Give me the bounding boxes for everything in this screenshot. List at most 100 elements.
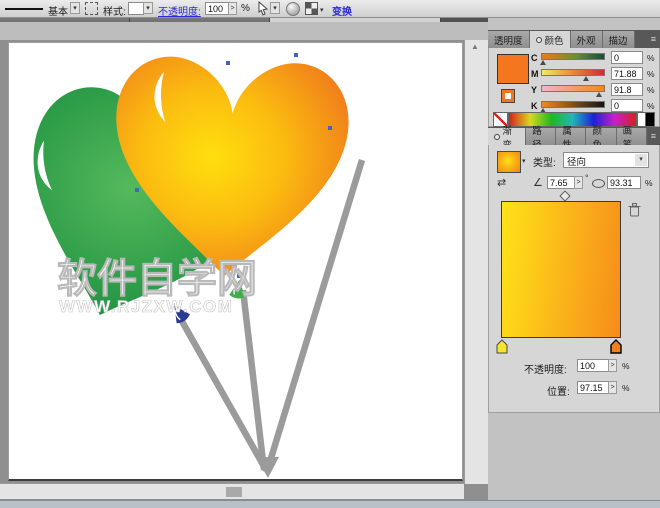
scroll-up-icon[interactable]: ▲ <box>471 42 479 51</box>
percent-label: % <box>647 101 655 111</box>
aspect-ratio-input[interactable] <box>607 176 641 189</box>
stop-position-input[interactable] <box>577 381 609 394</box>
cyan-slider[interactable] <box>541 53 605 60</box>
tab-path[interactable]: 路径 <box>526 128 556 145</box>
opacity-spinner-icon[interactable]: > <box>228 2 237 15</box>
slider-row-yellow: Y % <box>489 83 660 98</box>
slider-row-magenta: M % <box>489 67 660 82</box>
magenta-value-input[interactable] <box>611 67 643 80</box>
panel-menu-icon[interactable]: ≡ <box>647 31 660 48</box>
brush-preset-value[interactable]: 基本 <box>48 3 68 18</box>
gradient-midpoint-marker[interactable] <box>559 190 570 201</box>
color-panel-tabs: 透明度 颜色 外观 描边 ≡ <box>488 30 660 48</box>
select-similar-cursor-icon[interactable] <box>256 1 270 16</box>
percent-label: % <box>647 53 655 63</box>
anchor-point <box>135 188 139 192</box>
tab-color2[interactable]: 颜色 <box>586 128 616 145</box>
delete-stop-trash-icon[interactable] <box>628 203 641 217</box>
slider-handle[interactable] <box>596 92 602 97</box>
tab-gradient-active[interactable]: 渐变 <box>488 128 526 145</box>
panel-modified-dot <box>494 134 500 140</box>
tab-stroke[interactable]: 描边 <box>603 31 635 48</box>
angle-input[interactable] <box>547 176 575 189</box>
style-dropdown-icon[interactable]: ▾ <box>143 2 153 14</box>
tab-attributes[interactable]: 属性 <box>556 128 586 145</box>
horizontal-scroll-thumb[interactable] <box>226 487 242 497</box>
angle-icon: ∠ <box>533 176 543 189</box>
slider-label: C <box>531 53 538 63</box>
gradient-ramp[interactable] <box>501 201 621 338</box>
gradient-stop-right-selected[interactable] <box>610 339 622 354</box>
style-select[interactable] <box>128 2 144 15</box>
reverse-gradient-icon[interactable]: ⇄ <box>497 176 506 189</box>
select-similar-dropdown-icon[interactable]: ▾ <box>270 2 280 14</box>
style-label: 样式: <box>103 3 126 18</box>
horizontal-scrollbar[interactable] <box>0 483 464 499</box>
yellow-value-input[interactable] <box>611 83 643 96</box>
strings-knot-point[interactable] <box>256 457 279 478</box>
artwork: 软件自学网 WWW.RJZXW.COM <box>0 40 488 483</box>
anchor-point <box>294 53 298 57</box>
tab-appearance[interactable]: 外观 <box>571 31 603 48</box>
sphere-icon[interactable] <box>286 2 300 16</box>
stop-opacity-spinner-icon[interactable]: > <box>608 359 617 372</box>
slider-label: M <box>531 69 539 79</box>
type-dropdown-icon: ▾ <box>635 154 647 166</box>
gradient-type-select[interactable]: 径向 ▾ <box>563 152 649 168</box>
opacity-input[interactable] <box>205 2 229 15</box>
tab-brushes[interactable]: 画笔 <box>617 128 647 145</box>
gradient-swatch-dropdown-icon[interactable]: ▾ <box>522 157 526 165</box>
black-swatch[interactable] <box>645 112 655 127</box>
control-bar: 基本 ▾ 样式: ▾ 不透明度: > % ▾ ▾ 变换 <box>0 0 660 18</box>
black-slider[interactable] <box>541 101 605 108</box>
gradient-swatch[interactable] <box>497 151 521 173</box>
cyan-value-input[interactable] <box>611 51 643 64</box>
tab-color-active[interactable]: 颜色 <box>530 31 571 48</box>
slider-label: Y <box>531 85 537 95</box>
percent-label: % <box>622 361 630 371</box>
yellow-slider[interactable] <box>541 85 605 92</box>
degree-label: ° <box>585 173 589 183</box>
pattern-dropdown-icon[interactable]: ▾ <box>320 6 324 14</box>
gradient-panel-tabs: 渐变 路径 属性 颜色 画笔 ≡ <box>488 127 660 145</box>
opacity-percent: % <box>241 3 250 14</box>
stop-position-label: 位置: <box>547 383 570 398</box>
slider-handle[interactable] <box>540 60 546 65</box>
color-panel-body: C % M % Y % K <box>488 48 660 127</box>
pattern-grid-icon[interactable] <box>305 2 318 15</box>
slider-handle[interactable] <box>583 76 589 81</box>
brush-preset-dropdown-icon[interactable]: ▾ <box>70 2 80 14</box>
tab-transparency[interactable]: 透明度 <box>488 31 530 48</box>
illustrator-window: 基本 ▾ 样式: ▾ 不透明度: > % ▾ ▾ 变换 3317.ai* @ 6… <box>0 0 660 508</box>
stop-position-spinner-icon[interactable]: > <box>608 381 617 394</box>
gradient-panel-body: ▾ 类型: 径向 ▾ ⇄ ∠ > ° % <box>488 145 660 413</box>
status-strip <box>0 500 660 508</box>
type-label: 类型: <box>533 154 556 169</box>
watermark-title: 软件自学网 <box>57 257 257 301</box>
stop-opacity-input[interactable] <box>577 359 609 372</box>
percent-label: % <box>645 178 653 188</box>
watermark-url: WWW.RJZXW.COM <box>59 297 233 316</box>
percent-label: % <box>647 69 655 79</box>
angle-spinner-icon[interactable]: > <box>574 176 583 189</box>
dashed-box-icon[interactable] <box>85 2 98 15</box>
magenta-slider[interactable] <box>541 69 605 76</box>
anchor-point <box>328 126 332 130</box>
aspect-ratio-icon <box>592 179 605 188</box>
panel-menu-icon[interactable]: ≡ <box>647 128 660 145</box>
gradient-stop-left[interactable] <box>496 339 508 354</box>
percent-label: % <box>647 85 655 95</box>
stop-opacity-label: 不透明度: <box>524 361 567 376</box>
slider-row-cyan: C % <box>489 51 660 66</box>
slider-label: K <box>531 101 538 111</box>
anchor-point <box>226 61 230 65</box>
percent-label: % <box>622 383 630 393</box>
transform-link[interactable]: 变换 <box>332 3 352 18</box>
vertical-scrollbar[interactable]: ▲ <box>464 40 488 484</box>
opacity-link[interactable]: 不透明度: <box>158 3 201 18</box>
panel-modified-dot <box>536 37 542 43</box>
stroke-preview-line <box>5 8 43 10</box>
canvas-area: 软件自学网 WWW.RJZXW.COM ▲ <box>0 40 488 500</box>
black-value-input[interactable] <box>611 99 643 112</box>
panel-dock: 透明度 颜色 外观 描边 ≡ C % M <box>488 18 660 500</box>
